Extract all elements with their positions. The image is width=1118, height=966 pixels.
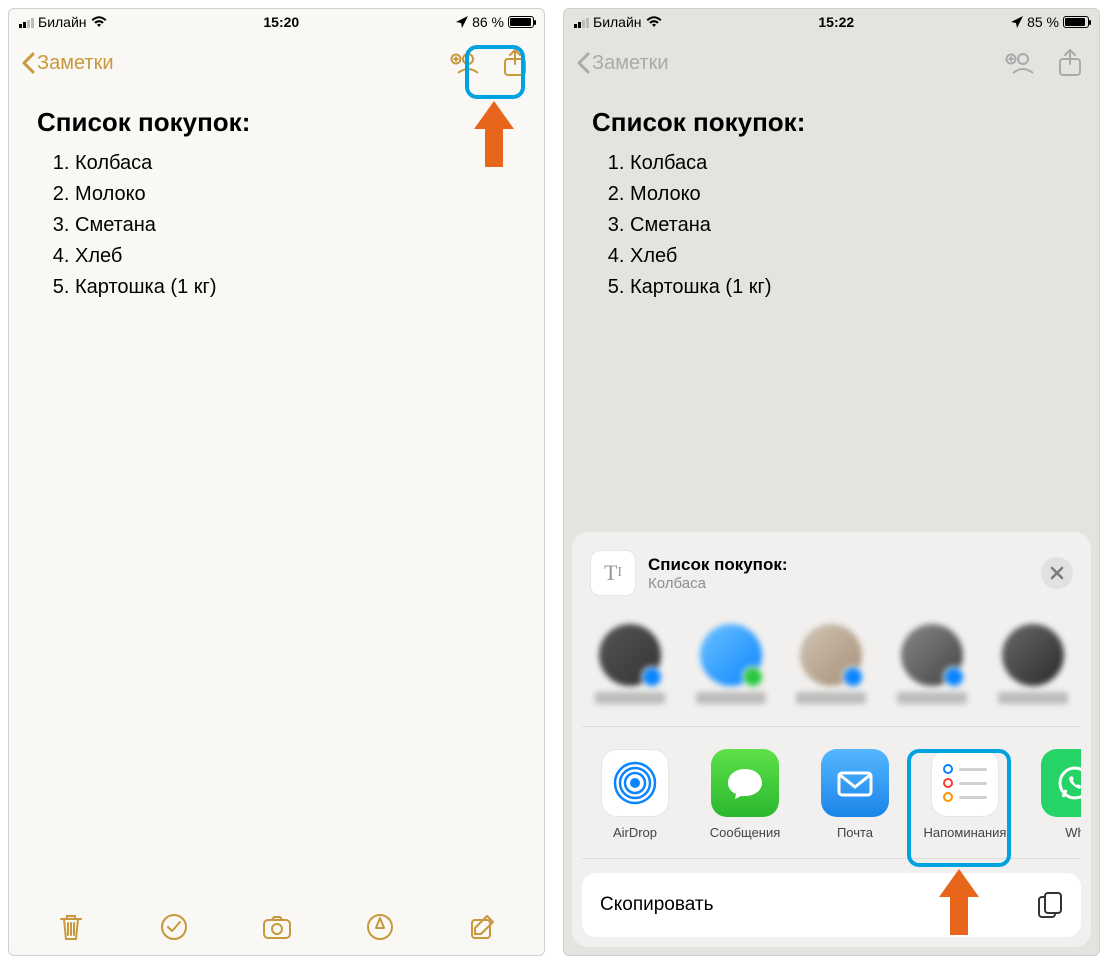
- copy-icon: [1037, 891, 1063, 919]
- list-item: Хлеб: [630, 241, 1071, 272]
- list-item: Молоко: [630, 179, 1071, 210]
- mail-icon: [821, 749, 889, 817]
- clock-label: 15:20: [263, 14, 299, 30]
- list-item: Картошка (1 кг): [630, 272, 1071, 303]
- contact-item[interactable]: [590, 624, 671, 704]
- annotation-arrow: [939, 869, 979, 935]
- note-title: Список покупок:: [37, 107, 516, 138]
- nav-bar: Заметки: [9, 35, 544, 91]
- note-list: Колбаса Молоко Сметана Хлеб Картошка (1 …: [37, 148, 516, 303]
- wifi-icon: [91, 16, 107, 28]
- battery-pct-label: 86 %: [472, 14, 504, 30]
- airdrop-icon: [601, 749, 669, 817]
- contact-item[interactable]: [791, 624, 872, 704]
- clock-label: 15:22: [818, 14, 854, 30]
- draw-icon[interactable]: [360, 907, 400, 947]
- status-bar: Билайн 15:22 85 %: [564, 9, 1099, 35]
- share-apps-row: AirDrop Сообщения Почта: [582, 727, 1081, 859]
- app-label: AirDrop: [613, 825, 657, 840]
- share-sheet: TI Список покупок: Колбаса AirDrop: [572, 532, 1091, 947]
- add-person-icon[interactable]: [1003, 46, 1037, 80]
- wifi-icon: [646, 16, 662, 28]
- carrier-label: Билайн: [593, 14, 642, 30]
- location-icon: [456, 16, 468, 28]
- phone-screenshot-right: Билайн 15:22 85 % Заметки: [563, 8, 1100, 956]
- note-list: Колбаса Молоко Сметана Хлеб Картошка (1 …: [592, 148, 1071, 303]
- reminders-icon: [931, 749, 999, 817]
- location-icon: [1011, 16, 1023, 28]
- signal-icon: [19, 16, 34, 28]
- bottom-toolbar: [9, 899, 544, 955]
- battery-pct-label: 85 %: [1027, 14, 1059, 30]
- contact-item[interactable]: [992, 624, 1073, 704]
- back-label: Заметки: [37, 52, 114, 75]
- share-app-mail[interactable]: Почта: [810, 749, 900, 840]
- note-title: Список покупок:: [592, 107, 1071, 138]
- share-app-reminders[interactable]: Напоминания: [920, 749, 1010, 840]
- share-sheet-header: TI Список покупок: Колбаса: [582, 546, 1081, 612]
- contact-item[interactable]: [691, 624, 772, 704]
- annotation-arrow: [474, 101, 514, 167]
- checklist-icon[interactable]: [154, 907, 194, 947]
- list-item: Молоко: [75, 179, 516, 210]
- whatsapp-icon: [1041, 749, 1081, 817]
- share-app-messages[interactable]: Сообщения: [700, 749, 790, 840]
- copy-label: Скопировать: [600, 894, 713, 916]
- back-label: Заметки: [592, 52, 669, 75]
- signal-icon: [574, 16, 589, 28]
- share-sheet-title: Список покупок:: [648, 555, 788, 575]
- note-content[interactable]: Список покупок: Колбаса Молоко Сметана Х…: [9, 91, 544, 899]
- messages-icon: [711, 749, 779, 817]
- list-item: Сметана: [75, 210, 516, 241]
- share-icon[interactable]: [1053, 46, 1087, 80]
- list-item: Колбаса: [630, 148, 1071, 179]
- list-item: Хлеб: [75, 241, 516, 272]
- share-app-whatsapp[interactable]: Wh: [1030, 749, 1081, 840]
- copy-action[interactable]: Скопировать: [582, 873, 1081, 937]
- text-content-icon: TI: [590, 550, 636, 596]
- share-sheet-subtitle: Колбаса: [648, 575, 788, 592]
- app-label: Напоминания: [924, 825, 1007, 840]
- list-item: Картошка (1 кг): [75, 272, 516, 303]
- app-label: Почта: [837, 825, 873, 840]
- app-label: Сообщения: [710, 825, 781, 840]
- share-contacts-row[interactable]: [582, 612, 1081, 727]
- share-icon[interactable]: [498, 46, 532, 80]
- contact-item[interactable]: [892, 624, 973, 704]
- nav-bar: Заметки: [564, 35, 1099, 91]
- back-button[interactable]: Заметки: [21, 52, 114, 75]
- share-app-airdrop[interactable]: AirDrop: [590, 749, 680, 840]
- app-label: Wh: [1065, 825, 1081, 840]
- carrier-label: Билайн: [38, 14, 87, 30]
- list-item: Колбаса: [75, 148, 516, 179]
- battery-icon: [1063, 16, 1089, 28]
- phone-screenshot-left: Билайн 15:20 86 % Заметки: [8, 8, 545, 956]
- camera-icon[interactable]: [257, 907, 297, 947]
- add-person-icon[interactable]: [448, 46, 482, 80]
- battery-icon: [508, 16, 534, 28]
- compose-icon[interactable]: [463, 907, 503, 947]
- close-button[interactable]: [1041, 557, 1073, 589]
- trash-icon[interactable]: [51, 907, 91, 947]
- list-item: Сметана: [630, 210, 1071, 241]
- status-bar: Билайн 15:20 86 %: [9, 9, 544, 35]
- back-button[interactable]: Заметки: [576, 52, 669, 75]
